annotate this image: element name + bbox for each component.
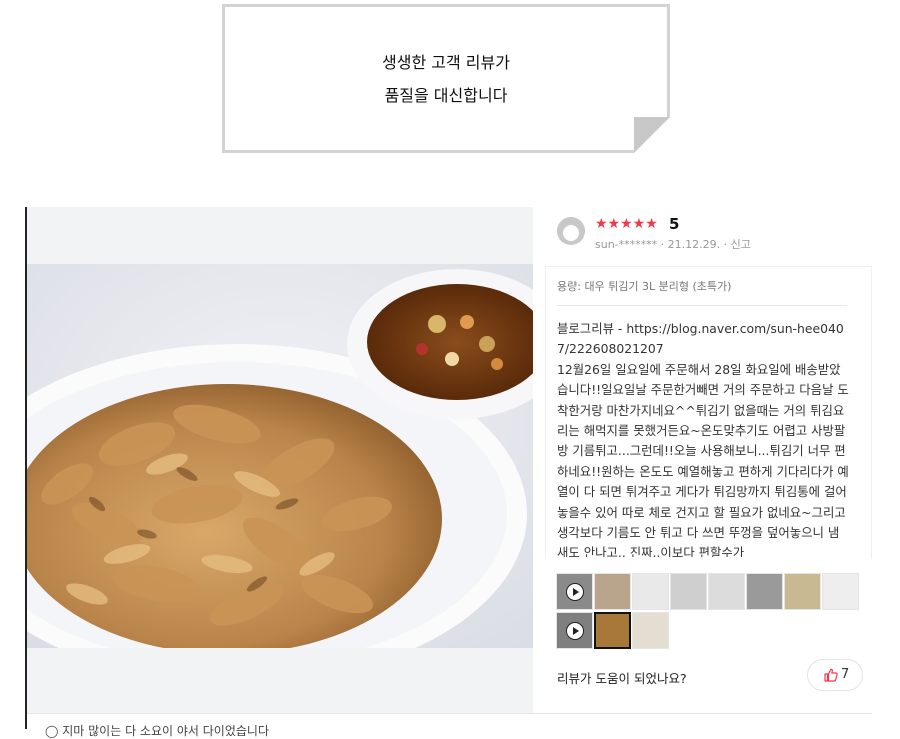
section-divider bbox=[27, 713, 872, 714]
photo-thumbnail[interactable] bbox=[632, 573, 669, 610]
review-banner: 생생한 고객 리뷰가 품질을 대신합니다 bbox=[222, 4, 670, 153]
photo-thumbnail[interactable] bbox=[670, 573, 707, 610]
photo-thumbnail[interactable] bbox=[594, 612, 631, 649]
photo-thumbnail[interactable] bbox=[746, 573, 783, 610]
play-icon bbox=[566, 583, 584, 601]
reviewer-name: sun-******* bbox=[595, 238, 658, 251]
thumbs-up-icon bbox=[824, 668, 838, 682]
divider bbox=[557, 305, 847, 306]
review-meta: sun-******* · 21.12.29. · 신고 bbox=[595, 236, 751, 252]
photo-thumbnail[interactable] bbox=[708, 573, 745, 610]
video-thumbnail[interactable] bbox=[556, 573, 593, 610]
photo-thumbnail[interactable] bbox=[632, 612, 669, 649]
video-thumbnail[interactable] bbox=[556, 612, 593, 649]
banner-line-2: 품질을 대신합니다 bbox=[384, 86, 508, 105]
review-photo-viewer[interactable] bbox=[27, 207, 533, 713]
review-photo bbox=[27, 264, 533, 648]
avatar bbox=[557, 217, 585, 245]
like-count: 7 bbox=[841, 667, 850, 682]
like-button[interactable]: 7 bbox=[807, 659, 863, 691]
user-icon bbox=[557, 217, 585, 245]
photo-thumbnail[interactable] bbox=[784, 573, 821, 610]
review-body-text[interactable]: 블로그리뷰 - https://blog.naver.com/sun-hee04… bbox=[557, 319, 850, 557]
meta-separator: · bbox=[660, 238, 668, 251]
helpful-question: 리뷰가 도움이 되었나요? bbox=[557, 671, 687, 686]
next-review-preview: ◯ 지마 많이는 다 소요이 야서 다이었습니다 bbox=[45, 724, 269, 738]
meta-separator: · bbox=[723, 238, 731, 251]
purchase-option: 용량: 대우 튀김기 3L 분리형 (초특가) bbox=[557, 280, 732, 293]
banner-line-1: 생생한 고객 리뷰가 bbox=[382, 53, 510, 72]
review-date: 21.12.29. bbox=[667, 238, 721, 251]
report-link[interactable]: 신고 bbox=[731, 238, 751, 251]
play-icon bbox=[566, 622, 584, 640]
rating-stars: ★★★★★ bbox=[595, 216, 658, 232]
photo-thumbnail[interactable] bbox=[594, 573, 631, 610]
photo-thumbnail[interactable] bbox=[822, 573, 859, 610]
page-fold-icon bbox=[634, 117, 670, 153]
rating-score: 5 bbox=[669, 215, 680, 233]
